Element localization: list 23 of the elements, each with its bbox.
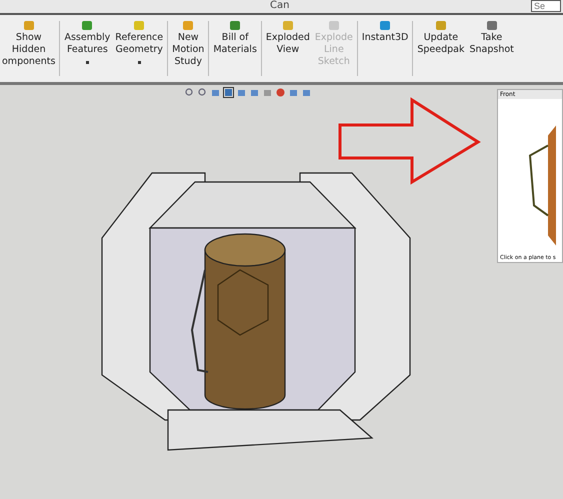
ribbon-button[interactable]: Instant3D [360, 19, 410, 82]
tool-icon [282, 19, 294, 31]
ribbon-button[interactable]: Exploded View [264, 19, 312, 82]
tool-icon [379, 19, 392, 31]
dropdown-icon[interactable] [138, 61, 141, 64]
tool-icon [22, 19, 35, 31]
tool-icon [434, 19, 447, 31]
tool-icon [182, 19, 194, 31]
tool-icon [81, 19, 94, 31]
dropdown-icon[interactable] [86, 61, 89, 64]
tool-icon [328, 19, 340, 31]
ribbon-button[interactable]: Update Speedpak [415, 19, 466, 82]
search-field[interactable]: Se [531, 0, 561, 12]
tool-icon [486, 19, 498, 31]
window-title: Can [270, 0, 290, 12]
tool-icon [133, 19, 146, 31]
tool-icon [229, 19, 242, 31]
ribbon-button[interactable]: Assembly Features [62, 19, 112, 82]
ribbon-button[interactable]: Take Snapshot [467, 19, 516, 82]
ribbon-button[interactable]: New Motion Study [170, 19, 206, 82]
ribbon-button[interactable]: Reference Geometry [113, 19, 166, 82]
ribbon-button[interactable]: Show Hidden omponents [0, 19, 58, 82]
ribbon-button[interactable]: Bill of Materials [211, 19, 259, 82]
